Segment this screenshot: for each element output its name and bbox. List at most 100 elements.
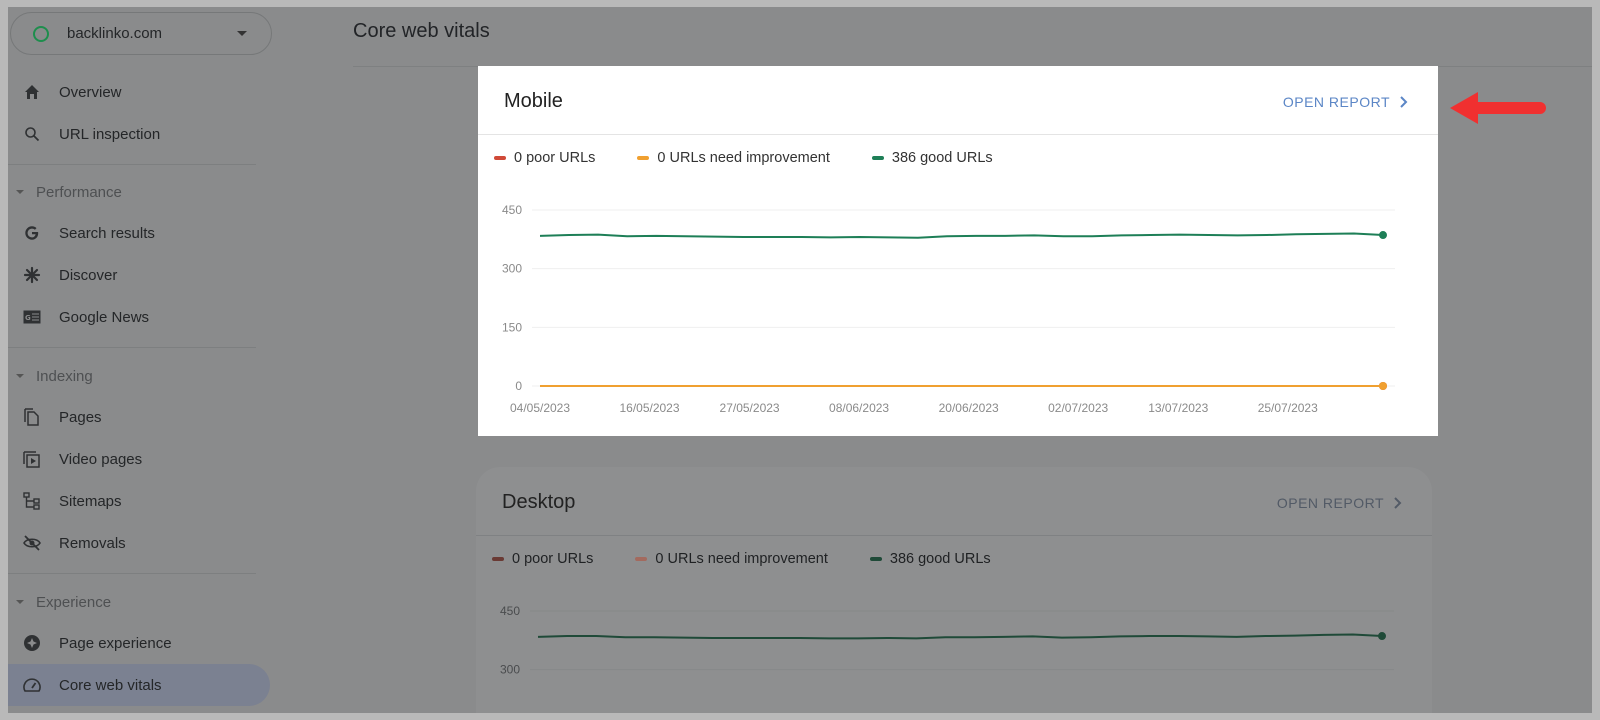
desktop-chart: 300 450 bbox=[500, 604, 1394, 677]
card-title: Desktop bbox=[502, 491, 576, 513]
x-tick-label: 02/07/2023 bbox=[1048, 401, 1108, 415]
page-title: Core web vitals bbox=[353, 20, 490, 42]
sidebar-item-removals[interactable]: Removals bbox=[8, 522, 270, 564]
collapse-triangle-icon bbox=[16, 190, 24, 194]
x-tick-label: 27/05/2023 bbox=[720, 401, 780, 415]
sidebar-item-label: Pages bbox=[59, 408, 102, 426]
sidebar-item-core-web-vitals[interactable]: Core web vitals bbox=[8, 664, 270, 706]
open-report-button[interactable]: OPEN REPORT bbox=[1277, 495, 1402, 511]
legend-good[interactable]: 386 good URLs bbox=[871, 150, 993, 166]
sitemap-icon bbox=[22, 491, 42, 511]
legend-swatch-poor bbox=[494, 156, 506, 160]
series-end-point bbox=[1378, 632, 1386, 641]
sidebar-item-label: Video pages bbox=[59, 450, 143, 468]
sidebar-item-url-inspection[interactable]: URL inspection bbox=[8, 113, 270, 155]
sidebar-item-discover[interactable]: Discover bbox=[8, 254, 270, 296]
section-indexing[interactable]: Indexing bbox=[8, 361, 270, 391]
y-tick-label: 450 bbox=[502, 203, 522, 217]
legend-swatch-good bbox=[871, 156, 884, 160]
open-report-label: OPEN REPORT bbox=[1282, 94, 1390, 110]
legend-poor[interactable]: 0 poor URLs bbox=[492, 551, 593, 567]
section-label: Indexing bbox=[36, 367, 93, 385]
legend-label: 0 poor URLs bbox=[512, 551, 594, 567]
sidebar-item-label: Overview bbox=[59, 83, 122, 101]
sidebar: backlinko.com Overview URL inspection Pe… bbox=[8, 7, 278, 713]
open-report-label: OPEN REPORT bbox=[1276, 495, 1384, 511]
property-name: backlinko.com bbox=[67, 25, 163, 42]
y-tick-label: 300 bbox=[502, 262, 522, 276]
chart-legend: 0 poor URLs 0 URLs need improvement 386 … bbox=[494, 150, 993, 166]
home-icon bbox=[22, 82, 42, 102]
asterisk-icon bbox=[22, 265, 42, 285]
legend-label: 0 URLs need improvement bbox=[655, 551, 828, 567]
series-line bbox=[537, 633, 1383, 640]
sidebar-item-search-results[interactable]: Search results bbox=[8, 212, 270, 254]
video-pages-icon bbox=[22, 449, 42, 469]
search-icon bbox=[22, 124, 42, 144]
x-tick-label: 08/06/2023 bbox=[829, 401, 889, 415]
legend-label: 386 good URLs bbox=[891, 150, 993, 166]
legend-poor[interactable]: 0 poor URLs bbox=[494, 150, 595, 166]
sidebar-item-sitemaps[interactable]: Sitemaps bbox=[8, 480, 270, 522]
x-tick-label: 25/07/2023 bbox=[1258, 401, 1318, 415]
collapse-triangle-icon bbox=[16, 600, 24, 604]
collapse-triangle-icon bbox=[16, 374, 24, 378]
sidebar-item-overview[interactable]: Overview bbox=[8, 71, 270, 113]
x-tick-label: 16/05/2023 bbox=[619, 401, 679, 415]
series-end-point bbox=[1379, 231, 1387, 240]
sidebar-divider bbox=[8, 347, 256, 348]
x-tick-label: 13/07/2023 bbox=[1148, 401, 1208, 415]
sidebar-item-pages[interactable]: Pages bbox=[8, 396, 270, 438]
legend-label: 386 good URLs bbox=[889, 551, 991, 567]
x-tick-label: 04/05/2023 bbox=[510, 401, 570, 415]
open-report-button[interactable]: OPEN REPORT bbox=[1283, 94, 1408, 110]
sidebar-divider bbox=[8, 164, 256, 165]
legend-swatch-poor bbox=[492, 557, 504, 561]
sidebar-item-label: Google News bbox=[59, 308, 150, 326]
mobile-chart: 0 150 300 450 04/05/2023 16/05/2023 27/05/2023… bbox=[502, 203, 1395, 415]
series-end-point bbox=[1379, 382, 1387, 390]
chevron-right-icon bbox=[1400, 96, 1408, 108]
eye-off-icon bbox=[22, 533, 42, 553]
section-label: Performance bbox=[36, 183, 122, 201]
section-label: Experience bbox=[36, 593, 112, 611]
sidebar-item-video-pages[interactable]: Video pages bbox=[8, 438, 270, 480]
gauge-icon bbox=[22, 675, 42, 695]
desktop-card: Desktop OPEN REPORT 0 poor URLs 0 URLs n… bbox=[476, 467, 1432, 713]
sidebar-item-label: Page experience bbox=[59, 634, 172, 652]
chevron-down-icon bbox=[237, 31, 247, 36]
legend-label: 0 poor URLs bbox=[514, 150, 596, 166]
sidebar-item-page-experience[interactable]: Page experience bbox=[8, 622, 270, 664]
card-divider bbox=[476, 535, 1432, 536]
chevron-right-icon bbox=[1394, 497, 1402, 509]
sidebar-divider bbox=[8, 573, 256, 574]
x-tick-label: 20/06/2023 bbox=[939, 401, 999, 415]
y-tick-label: 150 bbox=[502, 320, 522, 334]
section-performance[interactable]: Performance bbox=[8, 177, 270, 207]
card-divider bbox=[478, 134, 1438, 135]
y-tick-label: 450 bbox=[500, 604, 520, 618]
sidebar-item-label: Search results bbox=[59, 224, 155, 242]
property-selector[interactable]: backlinko.com bbox=[10, 12, 272, 55]
annotation-arrow-icon bbox=[1450, 92, 1546, 124]
page-experience-icon bbox=[22, 633, 42, 653]
app-frame: backlinko.com Overview URL inspection Pe… bbox=[8, 7, 1592, 713]
pages-icon bbox=[22, 407, 42, 427]
chart-legend: 0 poor URLs 0 URLs need improvement 386 … bbox=[492, 551, 991, 567]
property-ring-icon bbox=[33, 25, 49, 42]
news-icon: G bbox=[22, 307, 42, 327]
section-experience[interactable]: Experience bbox=[8, 587, 270, 617]
sidebar-item-label: Core web vitals bbox=[59, 676, 162, 694]
y-tick-label: 0 bbox=[515, 379, 522, 393]
svg-text:G: G bbox=[25, 314, 31, 322]
legend-swatch-needs-improvement bbox=[635, 557, 648, 561]
legend-good[interactable]: 386 good URLs bbox=[869, 551, 991, 567]
sidebar-item-label: Discover bbox=[59, 266, 118, 284]
legend-needs-improvement[interactable]: 0 URLs need improvement bbox=[635, 551, 828, 567]
series-line bbox=[539, 232, 1384, 239]
legend-needs-improvement[interactable]: 0 URLs need improvement bbox=[637, 150, 830, 166]
google-g-icon bbox=[22, 223, 42, 243]
sidebar-item-label: URL inspection bbox=[59, 125, 161, 143]
sidebar-item-label: Sitemaps bbox=[59, 492, 122, 510]
sidebar-item-google-news[interactable]: G Google News bbox=[8, 296, 270, 338]
